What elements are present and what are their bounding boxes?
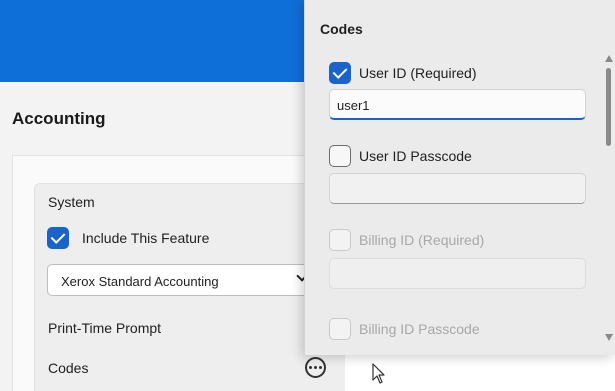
include-feature-label[interactable]: Include This Feature	[82, 230, 209, 246]
page-title: Accounting	[12, 109, 106, 128]
scrollbar-thumb[interactable]	[606, 68, 611, 146]
billing-id-passcode-label: Billing ID Passcode	[359, 321, 480, 337]
include-feature-checkbox[interactable]	[47, 227, 69, 249]
accounting-type-select[interactable]: Xerox Standard Accounting	[47, 264, 315, 296]
mouse-pointer-icon	[372, 363, 385, 384]
scroll-down-arrow-icon[interactable]	[605, 334, 613, 341]
billing-id-required-label: Billing ID (Required)	[359, 232, 485, 248]
billing-id-field	[329, 258, 586, 289]
user-id-field[interactable]: user1	[329, 89, 586, 120]
codes-panel-title: Codes	[320, 21, 363, 37]
user-id-required-label[interactable]: User ID (Required)	[359, 65, 476, 81]
print-time-prompt-label: Print-Time Prompt	[48, 320, 162, 336]
user-id-passcode-field[interactable]	[329, 173, 586, 204]
billing-id-passcode-checkbox	[329, 318, 351, 340]
billing-id-required-checkbox	[329, 229, 351, 251]
user-id-passcode-label[interactable]: User ID Passcode	[359, 148, 472, 164]
scroll-up-arrow-icon[interactable]	[605, 55, 613, 62]
system-section-label: System	[48, 194, 95, 210]
user-id-passcode-checkbox[interactable]	[329, 145, 351, 167]
user-id-required-checkbox[interactable]	[329, 62, 351, 84]
user-id-value: user1	[337, 98, 370, 113]
accounting-type-value: Xerox Standard Accounting	[61, 274, 219, 289]
codes-flyout-panel: Codes User ID (Required) user1 User ID P…	[304, 0, 615, 355]
more-horizontal-icon[interactable]	[305, 357, 326, 378]
codes-label: Codes	[48, 360, 89, 376]
